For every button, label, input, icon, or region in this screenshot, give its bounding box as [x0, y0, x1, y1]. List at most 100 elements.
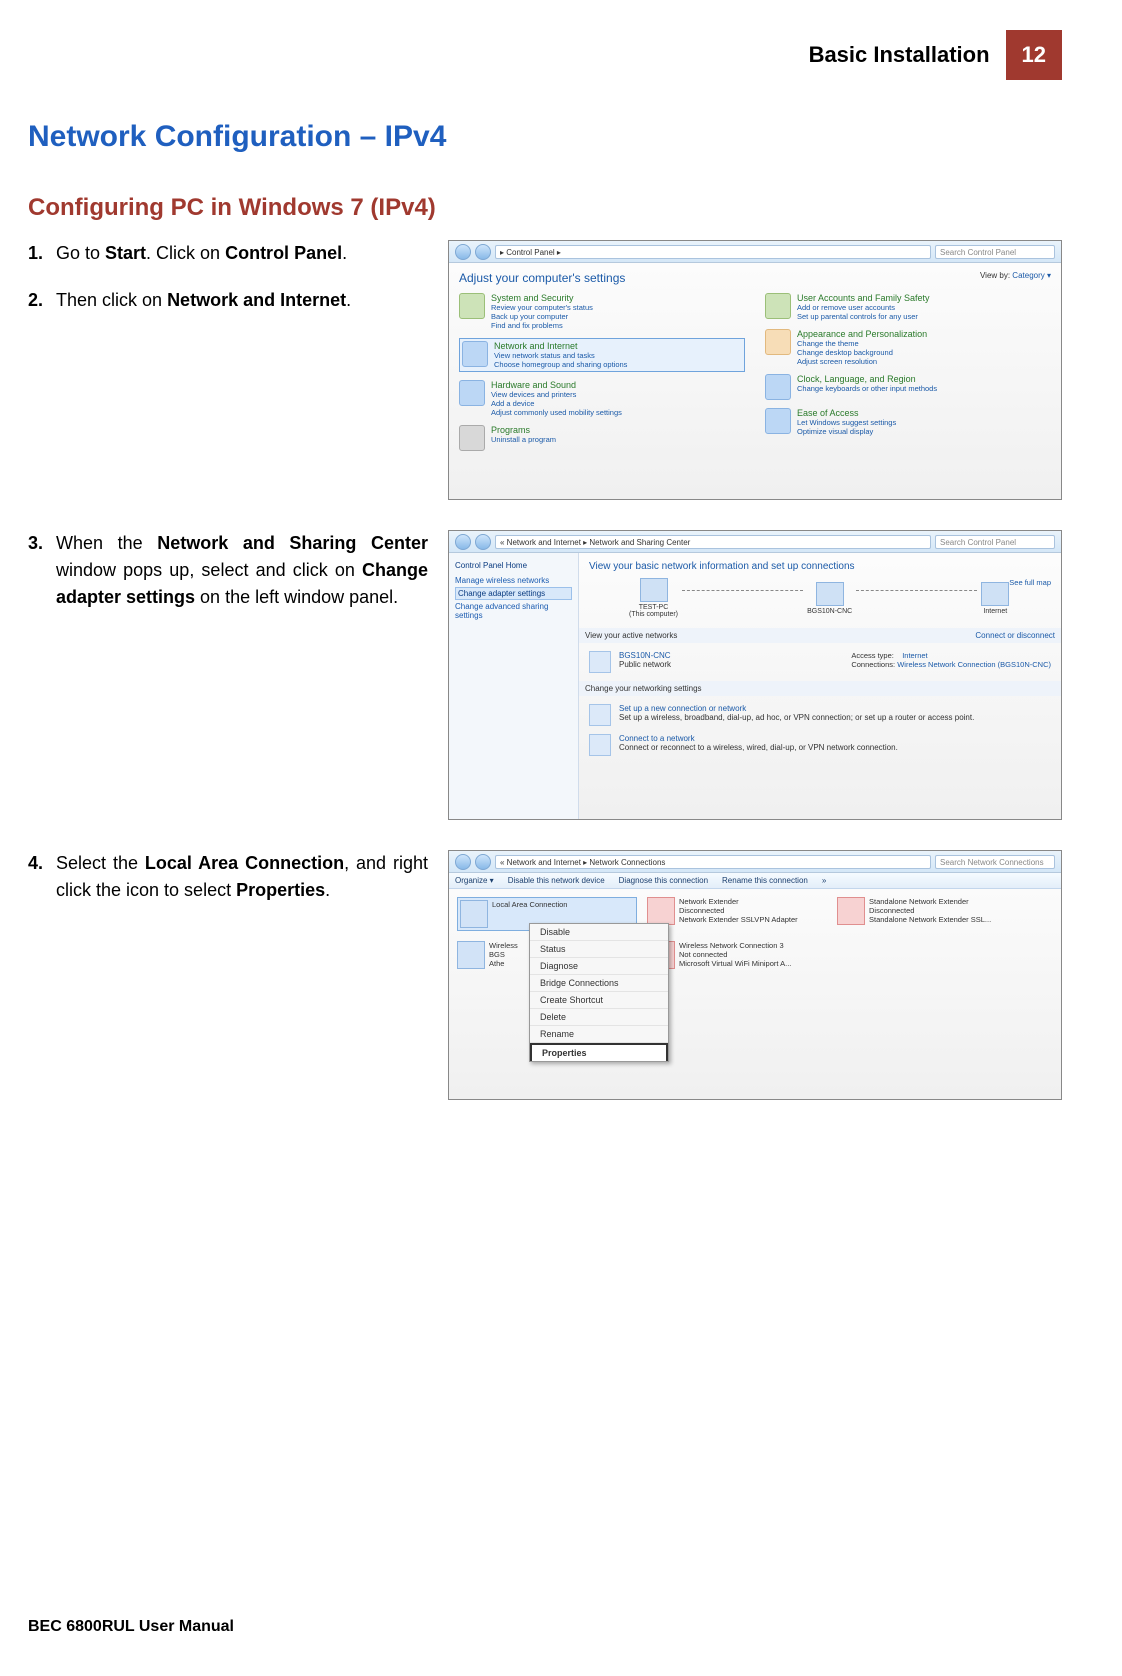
t: on the left window panel. — [195, 587, 398, 607]
cp-item-appearance[interactable]: Appearance and PersonalizationChange the… — [765, 329, 1051, 366]
ctx-disable[interactable]: Disable — [530, 924, 668, 941]
clock-icon — [765, 374, 791, 400]
t: . — [342, 243, 347, 263]
t: . — [346, 290, 351, 310]
cp-item-system[interactable]: System and SecurityReview your computer'… — [459, 293, 745, 330]
back-icon[interactable] — [455, 854, 471, 870]
ctx-delete[interactable]: Delete — [530, 1009, 668, 1026]
step-text-3: 3. When the Network and Sharing Center w… — [28, 530, 428, 631]
t: window pops up, select and click on — [56, 560, 362, 580]
footer: BEC 6800RUL User Manual — [28, 1618, 234, 1636]
manage-wireless-link[interactable]: Manage wireless networks — [455, 576, 572, 585]
wireless-connection-3[interactable]: Wireless Network Connection 3Not connect… — [647, 941, 827, 969]
connect-icon — [589, 734, 611, 756]
monitor-icon — [765, 329, 791, 355]
cp-item-hardware[interactable]: Hardware and SoundView devices and print… — [459, 380, 745, 417]
step-num: 2. — [28, 287, 56, 314]
back-icon[interactable] — [455, 244, 471, 260]
forward-icon[interactable] — [475, 534, 491, 550]
cp-item-ease[interactable]: Ease of AccessLet Windows suggest settin… — [765, 408, 1051, 436]
t: . — [325, 880, 330, 900]
ctx-bridge[interactable]: Bridge Connections — [530, 975, 668, 992]
diagnose-button[interactable]: Diagnose this connection — [619, 876, 708, 885]
ctx-properties[interactable]: Properties — [530, 1043, 668, 1061]
search-input[interactable]: Search Control Panel — [935, 535, 1055, 549]
organize-menu[interactable]: Organize ▾ — [455, 876, 494, 885]
step-3: 3. When the Network and Sharing Center w… — [28, 530, 428, 611]
overflow-button[interactable]: » — [822, 876, 826, 885]
network-map: TEST-PC(This computer) BGS10N-CNC Intern… — [629, 578, 1009, 618]
ctx-rename[interactable]: Rename — [530, 1026, 668, 1043]
map-this-pc: TEST-PC(This computer) — [629, 578, 678, 618]
screenshot-network-sharing: « Network and Internet ▸ Network and Sha… — [448, 530, 1062, 820]
wizard-icon — [589, 704, 611, 726]
nic-icon — [837, 897, 865, 925]
network-extender[interactable]: Network ExtenderDisconnectedNetwork Exte… — [647, 897, 827, 931]
standalone-extender[interactable]: Standalone Network ExtenderDisconnectedS… — [837, 897, 1017, 931]
t: Network and Sharing Center — [157, 533, 428, 553]
step-num: 4. — [28, 850, 56, 904]
screenshot-network-connections: « Network and Internet ▸ Network Connect… — [448, 850, 1062, 1100]
control-panel-body: Adjust your computer's settings View by:… — [449, 263, 1061, 499]
active-networks-header: View your active networks Connect or dis… — [579, 628, 1061, 643]
disable-device-button[interactable]: Disable this network device — [508, 876, 605, 885]
cp-right-col: User Accounts and Family SafetyAdd or re… — [765, 293, 1051, 459]
computer-icon — [640, 578, 668, 602]
step-block-3: 3. When the Network and Sharing Center w… — [28, 530, 1062, 820]
connect-disconnect-link[interactable]: Connect or disconnect — [975, 631, 1055, 640]
see-full-map-link[interactable]: See full map — [1009, 578, 1051, 587]
step-text-4: 4. Select the Local Area Connection, and… — [28, 850, 428, 924]
page-number: 12 — [1006, 30, 1062, 80]
window-titlebar: « Network and Internet ▸ Network Connect… — [449, 851, 1061, 873]
t: . Click on — [146, 243, 225, 263]
printer-icon — [459, 380, 485, 406]
connect-to-network[interactable]: Connect to a networkConnect or reconnect… — [589, 730, 1051, 760]
step-num: 3. — [28, 530, 56, 611]
cp-item-network-internet[interactable]: Network and InternetView network status … — [459, 338, 745, 372]
shield-icon — [459, 293, 485, 319]
ctx-diagnose[interactable]: Diagnose — [530, 958, 668, 975]
breadcrumb[interactable]: « Network and Internet ▸ Network Connect… — [495, 855, 931, 869]
cp-item-accounts[interactable]: User Accounts and Family SafetyAdd or re… — [765, 293, 1051, 321]
rename-button[interactable]: Rename this connection — [722, 876, 808, 885]
ctx-status[interactable]: Status — [530, 941, 668, 958]
main-title: Network Configuration – IPv4 — [28, 120, 1062, 154]
t: Local Area Connection — [145, 853, 344, 873]
control-panel-home-link[interactable]: Control Panel Home — [455, 561, 572, 570]
header-section: Basic Installation — [793, 30, 1006, 80]
cp-heading: Adjust your computer's settings View by:… — [459, 271, 1051, 285]
ns-heading: View your basic network information and … — [589, 561, 1051, 572]
step-1: 1. Go to Start. Click on Control Panel. — [28, 240, 428, 267]
change-adapter-settings-link[interactable]: Change adapter settings — [455, 587, 572, 600]
globe-icon — [462, 341, 488, 367]
forward-icon[interactable] — [475, 244, 491, 260]
window-titlebar: ▸ Control Panel ▸ Search Control Panel — [449, 241, 1061, 263]
forward-icon[interactable] — [475, 854, 491, 870]
breadcrumb[interactable]: « Network and Internet ▸ Network and Sha… — [495, 535, 931, 549]
t: When the — [56, 533, 157, 553]
cp-item-programs[interactable]: ProgramsUninstall a program — [459, 425, 745, 451]
search-input[interactable]: Search Control Panel — [935, 245, 1055, 259]
t: Select the — [56, 853, 145, 873]
breadcrumb[interactable]: ▸ Control Panel ▸ — [495, 245, 931, 259]
view-by[interactable]: View by: Category ▾ — [980, 271, 1051, 280]
step-num: 1. — [28, 240, 56, 267]
t: Network and Internet — [167, 290, 346, 310]
header: Basic Installation 12 — [28, 30, 1062, 80]
back-icon[interactable] — [455, 534, 471, 550]
connection-link[interactable]: Wireless Network Connection (BGS10N-CNC) — [897, 660, 1051, 669]
search-input[interactable]: Search Network Connections — [935, 855, 1055, 869]
setup-new-connection[interactable]: Set up a new connection or networkSet up… — [589, 700, 1051, 730]
cp-left-col: System and SecurityReview your computer'… — [459, 293, 745, 459]
active-network-row: BGS10N-CNCPublic network Access type: In… — [589, 647, 1051, 677]
ctx-shortcut[interactable]: Create Shortcut — [530, 992, 668, 1009]
change-settings-header: Change your networking settings — [579, 681, 1061, 696]
cp-item-clock[interactable]: Clock, Language, and RegionChange keyboa… — [765, 374, 1051, 400]
nic-icon — [647, 897, 675, 925]
router-icon — [816, 582, 844, 606]
people-icon — [765, 293, 791, 319]
window-titlebar: « Network and Internet ▸ Network and Sha… — [449, 531, 1061, 553]
advanced-sharing-link[interactable]: Change advanced sharing settings — [455, 602, 572, 620]
bench-icon — [589, 651, 611, 673]
t: Control Panel — [225, 243, 342, 263]
